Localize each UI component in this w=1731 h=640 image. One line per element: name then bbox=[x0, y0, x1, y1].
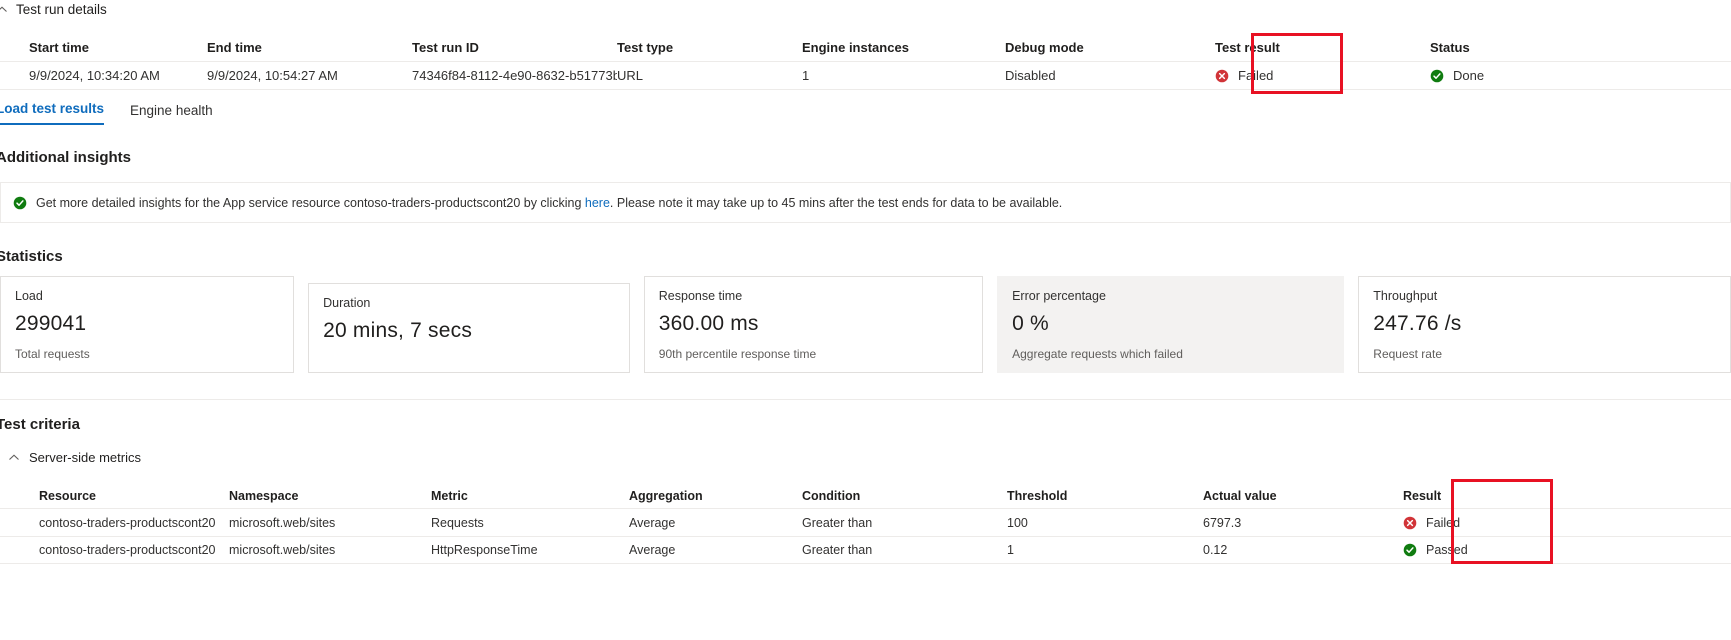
column-header-test-run-id: Test run ID bbox=[412, 40, 479, 55]
insights-here-link[interactable]: here bbox=[585, 196, 610, 210]
cell-namespace: microsoft.web/sites bbox=[229, 515, 336, 530]
stat-card-duration[interactable]: Duration 20 mins, 7 secs bbox=[308, 283, 630, 373]
tab-load-test-results[interactable]: Load test results bbox=[0, 101, 105, 125]
insights-text-part-2: . Please note it may take up to 45 mins … bbox=[609, 195, 1063, 210]
stat-card-label: Duration bbox=[323, 296, 371, 310]
cell-result: Passed bbox=[1403, 543, 1643, 557]
column-header-metric: Metric bbox=[431, 488, 468, 503]
additional-insights-title: Additional insights bbox=[0, 149, 131, 166]
column-header-test-type: Test type bbox=[617, 40, 674, 55]
test-run-details-collapse-header[interactable]: Test run details bbox=[0, 2, 107, 17]
stat-card-label: Throughput bbox=[1373, 289, 1438, 303]
cell-test-type: URL bbox=[617, 68, 644, 83]
cell-debug-mode: Disabled bbox=[1005, 68, 1056, 83]
status-text: Done bbox=[1453, 68, 1485, 83]
results-tab-bar: Load test results Engine health bbox=[0, 101, 213, 125]
cell-test-run-id: 74346f84-8112-4e90-8632-b51773b... bbox=[412, 68, 617, 83]
cell-aggregation: Average bbox=[629, 543, 676, 557]
stat-card-caption: Request rate bbox=[1373, 347, 1442, 361]
test-run-details-table: Start time End time Test run ID Test typ… bbox=[0, 34, 1731, 90]
column-header-test-result: Test result bbox=[1215, 40, 1280, 55]
table-header-row: Resource Namespace Metric Aggregation Co… bbox=[0, 483, 1731, 508]
insights-banner-text: Get more detailed insights for the App s… bbox=[36, 196, 1062, 210]
column-header-namespace: Namespace bbox=[229, 488, 299, 503]
test-run-details-title: Test run details bbox=[16, 2, 107, 17]
stat-card-throughput[interactable]: Throughput 247.76 /s Request rate bbox=[1358, 276, 1731, 373]
column-header-status: Status bbox=[1430, 40, 1470, 55]
stat-card-caption: Total requests bbox=[15, 347, 90, 361]
section-divider bbox=[0, 399, 1731, 400]
column-header-end-time: End time bbox=[207, 40, 262, 55]
cell-resource: contoso-traders-productscont20 bbox=[39, 543, 216, 557]
stat-card-label: Load bbox=[15, 289, 43, 303]
cell-test-result: Failed bbox=[1215, 68, 1430, 83]
stat-card-value: 299041 bbox=[15, 312, 87, 335]
cell-engine-instances: 1 bbox=[802, 68, 810, 83]
success-circle-icon bbox=[1430, 69, 1444, 82]
cell-threshold: 100 bbox=[1007, 515, 1028, 530]
error-circle-icon bbox=[1403, 516, 1417, 529]
stat-card-value: 360.00 ms bbox=[658, 312, 759, 335]
stat-card-value: 247.76 /s bbox=[1373, 312, 1462, 335]
stat-card-error-percentage[interactable]: Error percentage 0 % Aggregate requests … bbox=[997, 276, 1345, 373]
table-header-row: Start time End time Test run ID Test typ… bbox=[0, 34, 1731, 61]
statistics-title: Statistics bbox=[0, 248, 63, 265]
stat-card-load[interactable]: Load 299041 Total requests bbox=[0, 276, 295, 373]
tab-engine-health[interactable]: Engine health bbox=[130, 103, 213, 125]
stat-card-label: Response time bbox=[658, 289, 743, 303]
server-side-metrics-label: Server-side metrics bbox=[29, 450, 141, 465]
column-header-start-time: Start time bbox=[29, 40, 89, 55]
cell-resource: contoso-traders-productscont20 bbox=[39, 515, 216, 530]
server-side-metrics-collapse-header[interactable]: Server-side metrics bbox=[8, 450, 141, 465]
column-header-condition: Condition bbox=[802, 488, 861, 503]
cell-end-time: 9/9/2024, 10:54:27 AM bbox=[207, 68, 338, 83]
success-circle-icon bbox=[1403, 543, 1417, 557]
column-header-actual-value: Actual value bbox=[1203, 488, 1277, 503]
cell-aggregation: Average bbox=[629, 515, 676, 530]
test-criteria-title: Test criteria bbox=[0, 416, 80, 433]
stat-card-label: Error percentage bbox=[1012, 289, 1106, 303]
cell-start-time: 9/9/2024, 10:34:20 AM bbox=[29, 68, 160, 83]
stat-card-value: 20 mins, 7 secs bbox=[323, 319, 473, 342]
result-text: Failed bbox=[1426, 515, 1461, 530]
insights-text-part-1: Get more detailed insights for the App s… bbox=[36, 195, 585, 210]
cell-actual-value: 0.12 bbox=[1203, 543, 1228, 557]
column-header-engine-instances: Engine instances bbox=[802, 40, 909, 55]
table-row[interactable]: contoso-traders-productscont20 microsoft… bbox=[0, 508, 1731, 536]
cell-threshold: 1 bbox=[1007, 543, 1014, 557]
stat-card-value: 0 % bbox=[1012, 312, 1049, 335]
insights-banner: Get more detailed insights for the App s… bbox=[0, 182, 1731, 223]
column-header-resource: Resource bbox=[39, 488, 96, 503]
cell-status: Done bbox=[1430, 68, 1680, 83]
cell-actual-value: 6797.3 bbox=[1203, 515, 1242, 530]
statistics-cards: Load 299041 Total requests Duration 20 m… bbox=[0, 276, 1731, 373]
table-row[interactable]: 9/9/2024, 10:34:20 AM 9/9/2024, 10:54:27… bbox=[0, 61, 1731, 90]
cell-condition: Greater than bbox=[802, 515, 873, 530]
table-row[interactable]: contoso-traders-productscont20 microsoft… bbox=[0, 536, 1731, 564]
cell-metric: Requests bbox=[431, 515, 484, 530]
chevron-up-icon bbox=[8, 452, 20, 464]
stat-card-caption: Aggregate requests which failed bbox=[1012, 347, 1183, 361]
cell-condition: Greater than bbox=[802, 543, 873, 557]
cell-result: Failed bbox=[1403, 516, 1643, 530]
column-header-debug-mode: Debug mode bbox=[1005, 40, 1084, 55]
stat-card-response-time[interactable]: Response time 360.00 ms 90th percentile … bbox=[643, 276, 984, 373]
result-text: Passed bbox=[1426, 543, 1468, 557]
column-header-result: Result bbox=[1403, 488, 1442, 503]
test-result-text: Failed bbox=[1238, 68, 1274, 83]
success-circle-icon bbox=[13, 196, 27, 209]
chevron-up-icon bbox=[0, 4, 8, 16]
cell-metric: HttpResponseTime bbox=[431, 543, 538, 557]
column-header-threshold: Threshold bbox=[1007, 488, 1068, 503]
cell-namespace: microsoft.web/sites bbox=[229, 543, 336, 557]
load-test-run-page: Test run details Start time End time Tes… bbox=[0, 0, 1731, 640]
error-circle-icon bbox=[1215, 69, 1229, 82]
column-header-aggregation: Aggregation bbox=[629, 488, 703, 503]
test-criteria-table: Resource Namespace Metric Aggregation Co… bbox=[0, 483, 1731, 564]
stat-card-caption: 90th percentile response time bbox=[658, 347, 817, 361]
